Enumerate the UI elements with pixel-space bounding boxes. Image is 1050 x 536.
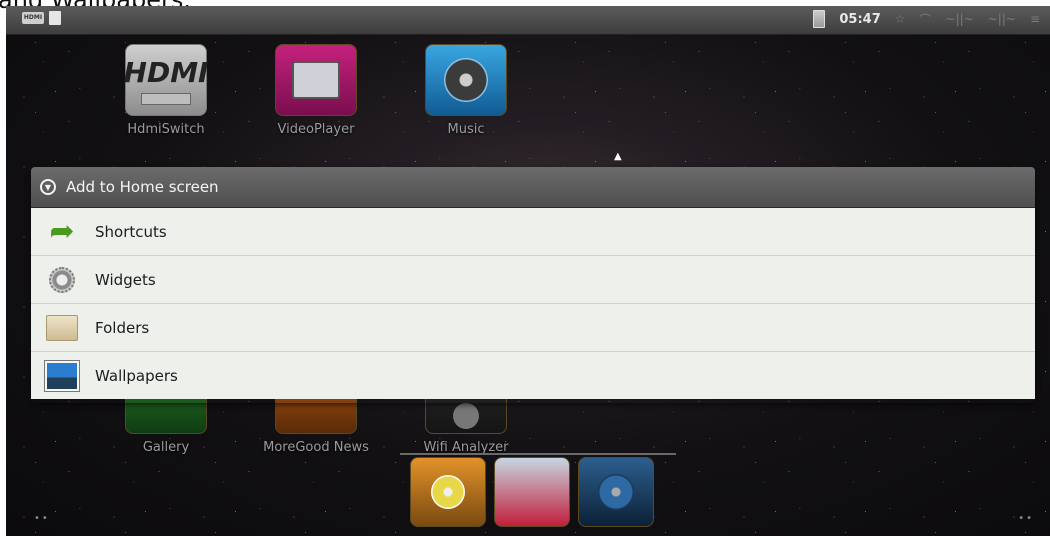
status-bar: HDMI 05:47 ☆ ⌒ ~||~ ~||~ ≡ (6, 6, 1050, 35)
dialog-title-bar: ▼ Add to Home screen (31, 167, 1035, 208)
option-folders[interactable]: Folders (31, 304, 1035, 352)
sd-card-icon (49, 11, 61, 25)
music-disc-icon (425, 44, 507, 116)
android-home-screen: HDMI 05:47 ☆ ⌒ ~||~ ~||~ ≡ HDMI HdmiSwit… (6, 6, 1050, 536)
option-wallpapers[interactable]: Wallpapers (31, 352, 1035, 399)
option-label: Widgets (95, 270, 156, 289)
wallpaper-icon (45, 360, 79, 392)
battery-icon (813, 10, 826, 28)
dialog-title: Add to Home screen (66, 178, 219, 196)
left-page-indicator[interactable]: •• (34, 513, 50, 524)
volume-down-icon[interactable]: ~||~ (946, 12, 974, 26)
volume-up-icon[interactable]: ~||~ (988, 12, 1016, 26)
option-label: Wallpapers (95, 366, 178, 385)
option-widgets[interactable]: Widgets (31, 256, 1035, 304)
mouse-cursor-icon: ▲ (614, 151, 622, 162)
menu-icon[interactable]: ≡ (1030, 12, 1040, 26)
add-to-home-dialog: ▼ Add to Home screen ➦ Shortcuts Widgets… (31, 167, 1035, 403)
dock-browser-icon[interactable] (494, 457, 570, 527)
star-icon[interactable]: ☆ (895, 12, 906, 26)
app-music[interactable]: Music (406, 44, 526, 137)
status-clock: 05:47 (839, 11, 881, 27)
right-page-indicator[interactable]: •• (1018, 513, 1034, 524)
clapperboard-icon (275, 44, 357, 116)
dock-divider (400, 453, 676, 455)
hdmi-app-icon: HDMI (124, 44, 208, 116)
widget-gear-icon (45, 264, 79, 296)
app-label: Music (447, 122, 485, 137)
option-shortcuts[interactable]: ➦ Shortcuts (31, 208, 1035, 256)
app-label: MoreGood News (263, 440, 369, 455)
hdmi-status-icon: HDMI (22, 12, 44, 24)
app-label: VideoPlayer (277, 122, 355, 137)
app-videoplayer[interactable]: VideoPlayer (256, 44, 376, 137)
shortcut-arrow-icon: ➦ (49, 213, 75, 249)
folder-icon (45, 312, 79, 344)
dock-music-icon[interactable] (578, 457, 654, 527)
option-label: Folders (95, 318, 150, 337)
app-label: HdmiSwitch (127, 122, 205, 137)
app-label: Gallery (142, 440, 190, 455)
app-hdmiswitch[interactable]: HDMI HdmiSwitch (106, 44, 226, 137)
back-icon[interactable]: ⌒ (920, 11, 932, 28)
dock-media-icon[interactable] (410, 457, 486, 527)
dropdown-circle-icon: ▼ (40, 179, 56, 195)
option-label: Shortcuts (95, 222, 167, 241)
dialog-options-list: ➦ Shortcuts Widgets Folders Wallpapers (31, 208, 1035, 399)
